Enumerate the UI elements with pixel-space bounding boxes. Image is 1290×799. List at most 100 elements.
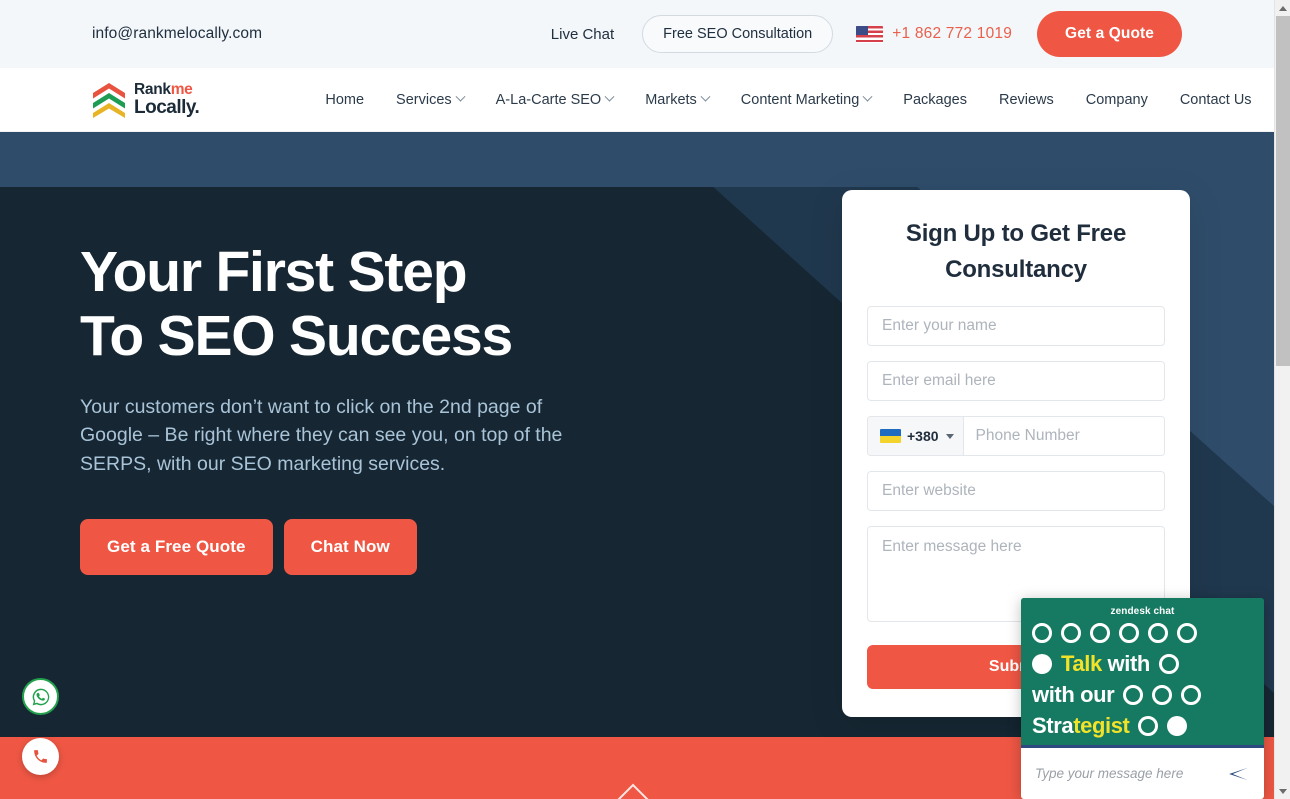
ring-shape-icon [1152,684,1173,705]
free-seo-consultation-button[interactable]: Free SEO Consultation [642,15,834,53]
call-float-button[interactable] [22,738,59,775]
contact-email[interactable]: info@rankmelocally.com [92,25,262,43]
country-code-value: +380 [907,428,939,444]
email-input[interactable] [867,361,1165,401]
nav-item-packages[interactable]: Packages [887,92,983,108]
nav-label: Company [1085,91,1148,108]
hero-top-strip [0,132,1274,187]
browser-page: info@rankmelocally.com Live Chat Free SE… [0,0,1290,799]
diamond-outline-icon [617,783,649,799]
scroll-up-arrow[interactable] [1275,0,1290,16]
logo-wordmark: Rankme Locally. [134,82,200,119]
hero-content: Your First Step To SEO Success Your cust… [80,240,700,575]
ring-shape-icon [1148,622,1168,643]
chat-stra-text: Stra [1032,712,1074,738]
ring-shape-icon [1119,622,1139,643]
vertical-scrollbar[interactable] [1274,0,1290,799]
ring-shape-icon [1177,622,1197,643]
nav-links: Home Services A-La-Carte SEO Markets Con… [309,92,1267,108]
hero-subtitle: Your customers don’t want to click on th… [80,395,563,476]
topbar-actions: Live Chat Free SEO Consultation +1 862 7… [551,11,1182,57]
nav-item-markets[interactable]: Markets [629,92,725,108]
logo-me-text: me [170,80,193,98]
send-arrow-icon[interactable] [1228,765,1250,783]
form-title: Sign Up to Get Free Consultancy [905,220,1127,283]
nav-label: Contact Us [1179,91,1252,108]
chevron-down-icon [604,91,615,102]
scrollbar-thumb[interactable] [1276,16,1290,366]
nav-item-services[interactable]: Services [380,92,480,108]
chat-row-4: Strategist [1032,710,1253,741]
chevron-down-icon [455,91,466,102]
phone-call-icon [34,750,47,763]
nav-label: Packages [903,91,967,108]
logo-rank-text: Rank [134,80,171,98]
chat-banner-graphic: Talk with with our Strategist [1021,598,1264,745]
get-a-quote-button[interactable]: Get a Quote [1037,11,1182,57]
hero-cta-group: Get a Free Quote Chat Now [80,518,700,575]
chat-tegist-text: tegist [1073,712,1130,738]
main-navigation-bar: Rankme Locally. Home Services A-La-Carte… [0,68,1274,132]
chat-row-3: with our [1032,679,1253,710]
filled-dot-icon [1167,715,1188,736]
nav-label: Reviews [998,91,1054,108]
chat-message-input[interactable] [1035,766,1228,781]
ring-shape-icon [1158,653,1179,674]
name-input[interactable] [867,306,1165,346]
chat-headline-line-3: Strategist [1032,712,1130,738]
nav-label: Home [325,91,365,108]
us-flag-icon [856,25,884,43]
filled-dot-icon [1032,653,1052,674]
nav-item-home[interactable]: Home [309,92,380,108]
nav-item-contact-us[interactable]: Contact Us [1164,92,1268,108]
hero-title: Your First Step To SEO Success [80,240,700,369]
ring-shape-icon [1061,622,1081,643]
nav-label: Services [396,91,452,108]
chevron-down-icon [862,91,873,102]
nav-item-a-la-carte-seo[interactable]: A-La-Carte SEO [480,92,630,108]
chat-input-bar [1021,745,1264,799]
phone-block: +1 862 772 1019 [856,25,1012,43]
ukraine-flag-icon [880,429,901,443]
ring-shape-icon [1090,622,1110,643]
whatsapp-icon [32,688,49,705]
nav-item-company[interactable]: Company [1070,92,1164,108]
get-a-free-quote-button[interactable]: Get a Free Quote [80,518,273,575]
chat-headline-line-1: Talk with [1061,650,1151,676]
chat-with-text: with [1107,650,1151,676]
country-code-selector[interactable]: +380 [868,417,964,455]
logo-line-two: Locally. [134,97,200,119]
nav-item-content-marketing[interactable]: Content Marketing [725,92,887,108]
nav-label: Content Marketing [740,91,860,108]
page-viewport: info@rankmelocally.com Live Chat Free SE… [0,0,1274,799]
ring-shape-icon [1181,684,1202,705]
scroll-down-arrow[interactable] [1275,783,1290,799]
live-chat-link[interactable]: Live Chat [551,26,614,43]
phone-field-row: +380 [867,416,1165,456]
logo-line-one: Rankme [134,82,199,98]
website-input[interactable] [867,471,1165,511]
triple-chevron-logo-icon [92,82,126,118]
nav-item-reviews[interactable]: Reviews [983,92,1070,108]
nav-label: A-La-Carte SEO [495,91,602,108]
chat-headline-line-2: with our [1032,681,1115,707]
chat-now-button[interactable]: Chat Now [283,518,417,575]
ring-shape-icon [1032,622,1052,643]
hero-title-line-2: To SEO Success [80,304,513,369]
zendesk-chat-widget[interactable]: zendesk chat Talk with with our Strategi… [1021,598,1264,799]
ring-shape-icon [1123,684,1144,705]
chat-talk-text: Talk [1061,650,1102,676]
ring-shape-icon [1138,715,1159,736]
whatsapp-float-button[interactable] [22,678,59,715]
hero-title-line-1: Your First Step [80,240,468,304]
chat-row-2: Talk with [1032,648,1253,679]
chevron-down-icon [945,433,954,439]
chat-row-1 [1032,617,1253,648]
site-logo[interactable]: Rankme Locally. [92,82,200,119]
chevron-down-icon [700,91,711,102]
chat-banner: zendesk chat Talk with with our Strategi… [1021,598,1264,745]
phone-number-link[interactable]: +1 862 772 1019 [892,25,1012,43]
top-utility-bar: info@rankmelocally.com Live Chat Free SE… [0,0,1274,68]
nav-label: Markets [645,91,697,108]
phone-input[interactable] [963,417,1164,455]
